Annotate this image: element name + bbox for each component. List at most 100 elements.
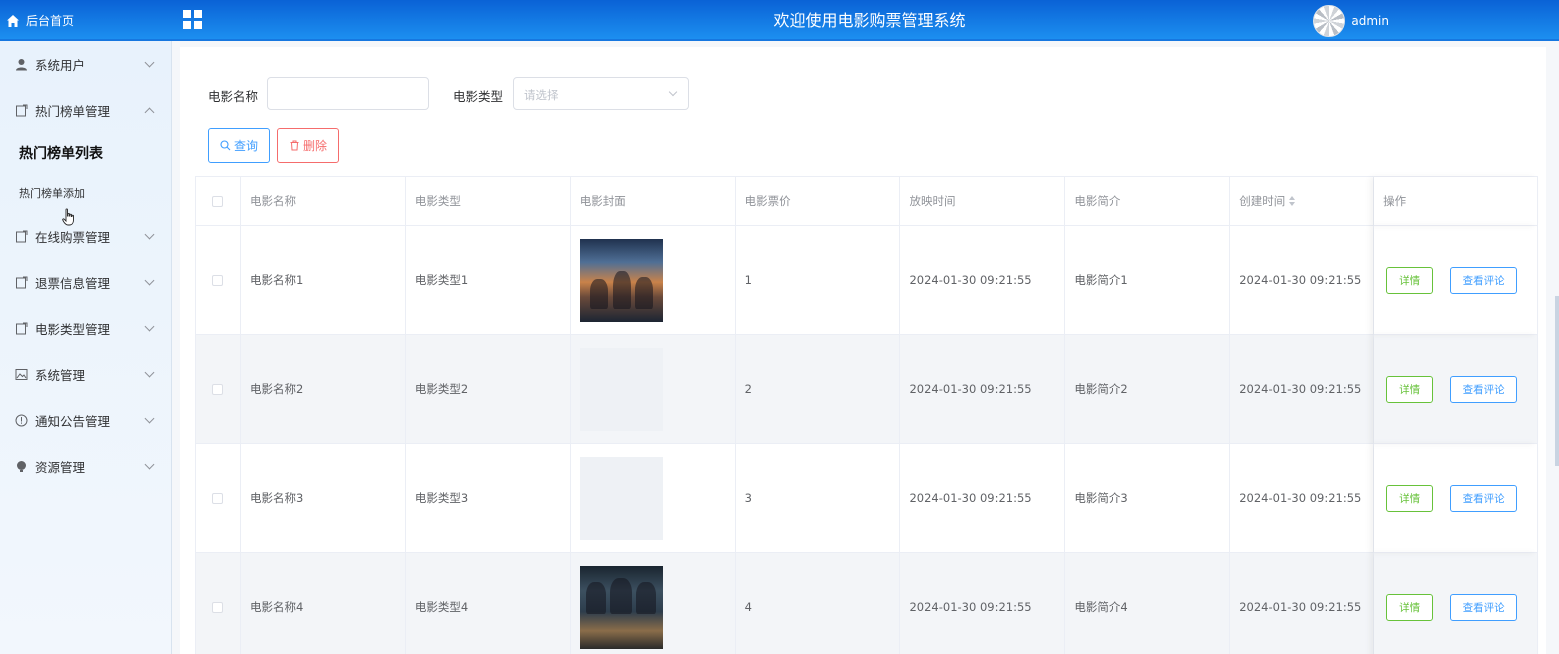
price-cell: 4 xyxy=(736,553,901,654)
home-label: 后台首页 xyxy=(26,14,75,28)
row-checkbox[interactable] xyxy=(212,383,224,395)
created-time-cell: 2024-01-30 09:21:55 xyxy=(1230,335,1375,444)
delete-button[interactable]: 删除 xyxy=(277,128,339,163)
chevron-down-icon xyxy=(668,87,678,97)
movie-name-cell: 电影名称3 xyxy=(240,444,406,553)
document-icon xyxy=(14,229,28,243)
sidebar-item-movie-types[interactable]: 电影类型管理 xyxy=(0,305,171,351)
movie-poster-placeholder[interactable] xyxy=(579,456,663,540)
detail-button[interactable]: 详情 xyxy=(1386,593,1434,621)
table-row: 电影名称4 电影类型4 4 2024-01-30 09:21:55 电影简介4 … xyxy=(196,553,1538,654)
row-select-cell xyxy=(196,444,241,553)
table-body: 电影名称1 电影类型1 1 2024-01-30 09:21:55 电影简介1 … xyxy=(196,226,1538,654)
movie-cover-cell xyxy=(570,444,736,553)
movie-type-cell: 电影类型2 xyxy=(405,335,571,444)
document-icon xyxy=(14,275,28,289)
column-header: 电影类型 xyxy=(405,177,571,226)
view-comments-button[interactable]: 查看评论 xyxy=(1450,266,1518,294)
actions-cell: 详情 查看评论 xyxy=(1374,444,1538,553)
column-header: 操作 xyxy=(1374,177,1538,226)
chevron-down-icon xyxy=(144,321,155,332)
sidebar-item-online-tickets[interactable]: 在线购票管理 xyxy=(0,213,171,259)
price-cell: 2 xyxy=(735,335,901,444)
movie-name-cell: 电影名称1 xyxy=(240,226,406,335)
column-header-sortable[interactable]: 创建时间 xyxy=(1230,177,1375,226)
delete-button-label: 删除 xyxy=(302,139,327,153)
chevron-down-icon xyxy=(144,459,155,470)
username: admin xyxy=(1351,13,1389,28)
chevron-up-icon xyxy=(144,107,155,118)
query-button[interactable]: 查询 xyxy=(208,128,270,163)
content-panel: 电影名称 电影类型 请选择 查询 删除 电影名称 电影类型 电影封面 电影票价 … xyxy=(180,47,1546,654)
sidebar-item-label: 资源管理 xyxy=(35,459,86,475)
view-comments-button[interactable]: 查看评论 xyxy=(1450,593,1518,621)
info-circle-icon xyxy=(14,413,28,427)
movie-type-select[interactable]: 请选择 xyxy=(513,77,689,110)
detail-button[interactable]: 详情 xyxy=(1386,375,1434,403)
movie-cover-cell xyxy=(570,335,736,444)
avatar[interactable] xyxy=(1313,4,1346,37)
sidebar-item-system-users[interactable]: 系统用户 xyxy=(0,41,171,87)
movie-type-label: 电影类型 xyxy=(453,89,504,104)
submenu-item-hot-list-active[interactable]: 热门榜单列表 xyxy=(0,133,171,173)
price-cell: 1 xyxy=(735,226,901,335)
column-header: 电影票价 xyxy=(735,177,901,226)
sidebar-item-label: 电影类型管理 xyxy=(35,321,111,337)
table-row: 电影名称1 电影类型1 1 2024-01-30 09:21:55 电影简介1 … xyxy=(196,226,1538,335)
movie-type-cell: 电影类型4 xyxy=(406,553,571,654)
detail-button[interactable]: 详情 xyxy=(1386,484,1434,512)
row-checkbox[interactable] xyxy=(212,274,224,286)
user-icon xyxy=(14,57,28,71)
document-icon xyxy=(14,321,28,335)
show-time-cell: 2024-01-30 09:21:55 xyxy=(900,335,1066,444)
actions-cell: 详情 查看评论 xyxy=(1374,335,1538,444)
submenu-item-hot-list-add[interactable]: 热门榜单添加 xyxy=(0,173,171,213)
sidebar-item-resources[interactable]: 资源管理 xyxy=(0,443,171,489)
actions-cell: 详情 查看评论 xyxy=(1374,226,1538,335)
picture-icon xyxy=(14,367,28,381)
movie-poster-image[interactable] xyxy=(579,565,663,649)
chevron-down-icon xyxy=(144,275,155,286)
top-navbar: 后台首页 欢迎使用电影购票管理系统 admin xyxy=(0,0,1559,41)
movie-poster-image[interactable] xyxy=(579,238,663,322)
row-select-cell xyxy=(196,226,241,335)
trash-icon xyxy=(290,140,299,151)
scrollbar-thumb[interactable] xyxy=(1555,296,1559,466)
table-row: 电影名称2 电影类型2 2 2024-01-30 09:21:55 电影简介2 … xyxy=(196,335,1538,444)
movie-name-input[interactable] xyxy=(267,77,429,110)
select-all-checkbox[interactable] xyxy=(212,195,224,207)
movie-name-label: 电影名称 xyxy=(208,89,259,104)
row-checkbox[interactable] xyxy=(212,601,224,613)
sidebar-item-hot-list[interactable]: 热门榜单管理 xyxy=(0,87,171,133)
home-link[interactable]: 后台首页 xyxy=(0,0,172,41)
show-time-cell: 2024-01-30 09:21:55 xyxy=(900,444,1066,553)
row-checkbox[interactable] xyxy=(212,492,224,504)
price-cell: 3 xyxy=(735,444,901,553)
intro-cell: 电影简介2 xyxy=(1065,335,1231,444)
column-header: 电影简介 xyxy=(1065,177,1231,226)
detail-button[interactable]: 详情 xyxy=(1386,266,1434,294)
sidebar-item-system[interactable]: 系统管理 xyxy=(0,351,171,397)
sort-icon[interactable] xyxy=(1289,196,1296,206)
view-comments-button[interactable]: 查看评论 xyxy=(1450,375,1518,403)
sidebar-item-refunds[interactable]: 退票信息管理 xyxy=(0,259,171,305)
document-icon xyxy=(14,103,28,117)
sidebar-item-label: 退票信息管理 xyxy=(35,275,111,291)
table-row: 电影名称3 电影类型3 3 2024-01-30 09:21:55 电影简介3 … xyxy=(196,444,1538,553)
movie-poster-placeholder[interactable] xyxy=(579,347,663,431)
sidebar-item-label: 在线购票管理 xyxy=(35,229,111,245)
movie-cover-cell xyxy=(571,553,736,654)
sidebar: 系统用户 热门榜单管理 热门榜单列表 热门榜单添加 在线购票管理 退票信息管理 … xyxy=(0,41,172,654)
user-menu[interactable]: admin xyxy=(1313,3,1389,38)
column-header-label: 创建时间 xyxy=(1239,194,1286,208)
intro-cell: 电影简介4 xyxy=(1065,553,1231,654)
movie-type-placeholder: 请选择 xyxy=(524,88,559,102)
bulb-icon xyxy=(14,459,28,473)
sidebar-item-notices[interactable]: 通知公告管理 xyxy=(0,397,171,443)
movie-type-cell: 电影类型1 xyxy=(405,226,571,335)
intro-cell: 电影简介3 xyxy=(1065,444,1231,553)
menu-toggle-icon[interactable] xyxy=(183,10,202,29)
actions-cell: 详情 查看评论 xyxy=(1374,553,1538,654)
select-all-cell xyxy=(196,177,241,226)
view-comments-button[interactable]: 查看评论 xyxy=(1450,484,1518,512)
